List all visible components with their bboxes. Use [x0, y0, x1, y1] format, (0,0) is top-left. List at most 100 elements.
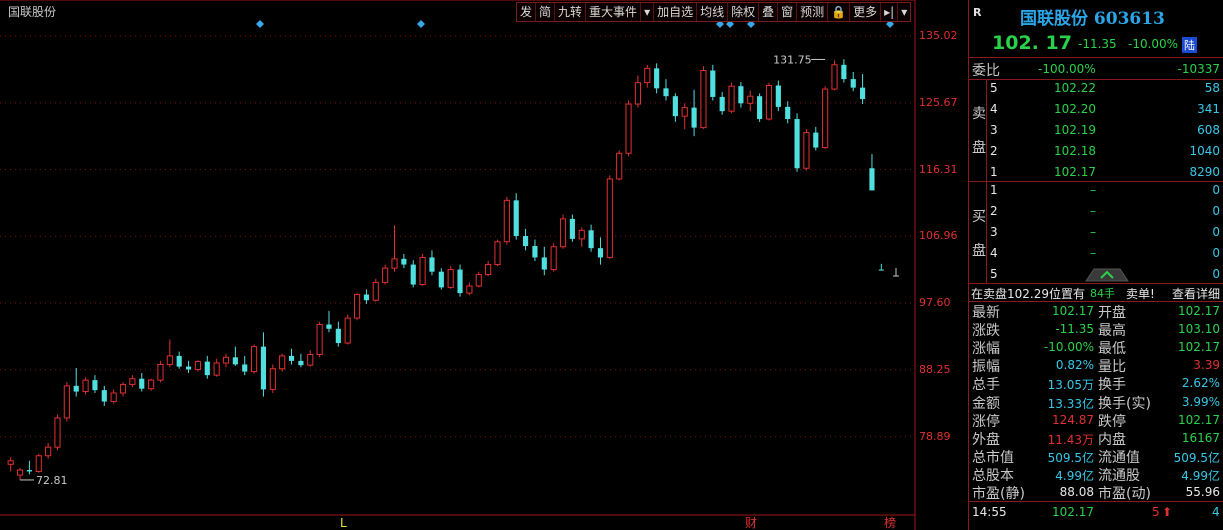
stat-value: 13.33亿: [1047, 396, 1094, 411]
sell-row-volume: 58: [1204, 81, 1220, 95]
tick-price: 102.17: [1052, 505, 1094, 519]
candle-46: [438, 268, 444, 290]
toolbar-btn-0[interactable]: 发: [517, 3, 537, 21]
buy-row-level: 5: [990, 267, 998, 281]
buy-label-1: 买: [972, 209, 986, 225]
toolbar-btn-11[interactable]: 🔒: [828, 3, 851, 21]
candle-93: [878, 263, 884, 271]
candle-16: [157, 360, 164, 383]
candle-body: [353, 294, 361, 319]
arrow-up-icon: ⬆: [1162, 505, 1173, 519]
candle-body: [298, 360, 304, 366]
candle-45: [429, 250, 435, 276]
candle-body: [45, 446, 52, 457]
candle-body: [335, 328, 341, 344]
candle-body: [775, 85, 781, 107]
toolbar-btn-6[interactable]: 均线: [697, 3, 729, 21]
toolbar-btn-8[interactable]: 叠: [759, 3, 779, 21]
bottom-marker-2: 榜: [884, 515, 896, 530]
tick-count: 4: [1212, 505, 1220, 519]
candle-54: [513, 193, 519, 240]
candle-body: [785, 106, 791, 120]
candle-body: [841, 64, 847, 80]
toolbar-btn-5[interactable]: 加自选: [654, 3, 698, 21]
candle-51: [485, 261, 492, 276]
candle-2: [26, 460, 32, 475]
candle-59: [559, 214, 567, 249]
candle-28: [269, 364, 276, 393]
candle-body: [326, 324, 332, 329]
sell-row-volume: 341: [1197, 102, 1220, 116]
divider: [969, 57, 1223, 58]
candle-body: [466, 285, 473, 294]
toolbar-btn-9[interactable]: 窗: [778, 3, 798, 21]
candle-body: [148, 379, 155, 390]
stat-value: 4.99亿: [1055, 468, 1094, 483]
stat-value: 11.43万: [1047, 432, 1094, 447]
candle-body: [719, 96, 725, 112]
toolbar-btn-14[interactable]: ▾: [898, 3, 910, 21]
toolbar-btn-12[interactable]: 更多: [850, 3, 882, 21]
candle-38: [363, 289, 369, 304]
sell-row-price: 102.17: [1054, 165, 1096, 179]
candle-body: [213, 362, 220, 376]
stat-value: 102.17: [1178, 412, 1220, 427]
candle-86: [813, 126, 819, 151]
candle-body: [110, 392, 117, 403]
sell-row-volume: 608: [1197, 123, 1220, 137]
notice-qty: 84手: [1090, 287, 1115, 300]
toolbar-btn-7[interactable]: 除权: [728, 3, 760, 21]
y-tick-label-0: 135.02: [919, 29, 958, 43]
buy-row-volume: 0: [1212, 183, 1220, 197]
toolbar-btn-3[interactable]: 重大事件: [586, 3, 642, 21]
candle-body: [251, 346, 258, 373]
candle-body: [176, 355, 182, 367]
candle-body: [35, 455, 42, 472]
bottom-marker-0: L: [340, 516, 347, 530]
stat-label: 换手(实): [1098, 395, 1151, 412]
toolbar-btn-2[interactable]: 九转: [555, 3, 587, 21]
toolbar-btn-10[interactable]: 预测: [797, 3, 829, 21]
candle-body: [16, 469, 24, 476]
toolbar-btn-4[interactable]: ▾: [641, 3, 655, 21]
toolbar-btn-13[interactable]: ▸|: [881, 3, 899, 21]
stat-label: 最高: [1098, 323, 1126, 340]
candle-15: [148, 378, 155, 391]
candle-67: [634, 75, 641, 108]
sell-label-2: 盘: [972, 140, 986, 156]
candle-10: [101, 385, 107, 406]
candle-body: [663, 88, 669, 97]
buy-row-price: –: [1090, 204, 1096, 218]
r-logo: R: [973, 6, 982, 19]
candle-body: [757, 96, 763, 120]
tick-volume: 5: [1152, 505, 1160, 519]
candle-13: [129, 375, 136, 388]
collapse-button[interactable]: [1082, 266, 1132, 282]
stat-value: -10.00%: [1043, 340, 1094, 355]
stat-label: 总股本: [972, 467, 1014, 484]
buy-row-price: –: [1090, 225, 1096, 239]
notice-detail-link[interactable]: 查看详细: [1172, 285, 1220, 302]
candle-78: [738, 81, 744, 108]
candle-body: [447, 269, 454, 288]
candle-body: [860, 87, 866, 100]
candle-body: [429, 257, 435, 272]
candle-body: [82, 379, 89, 393]
candle-body: [401, 258, 407, 265]
candle-body: [569, 218, 575, 239]
candle-body: [166, 355, 173, 365]
candle-8: [82, 377, 89, 395]
stat-value: 0.82%: [1055, 358, 1094, 373]
candle-61: [578, 227, 585, 247]
candle-body: [279, 355, 286, 370]
toolbar-btn-1[interactable]: 简: [536, 3, 556, 21]
buy-row-volume: 0: [1212, 267, 1220, 281]
candle-31: [298, 353, 304, 368]
buy-row-price: –: [1090, 183, 1096, 197]
buy-label-2: 盘: [972, 243, 986, 259]
candle-56: [532, 239, 538, 261]
weibi-pct: -100.00%: [1038, 62, 1096, 76]
candle-39: [372, 278, 379, 302]
candle-35: [335, 321, 341, 347]
candle-20: [194, 360, 201, 372]
